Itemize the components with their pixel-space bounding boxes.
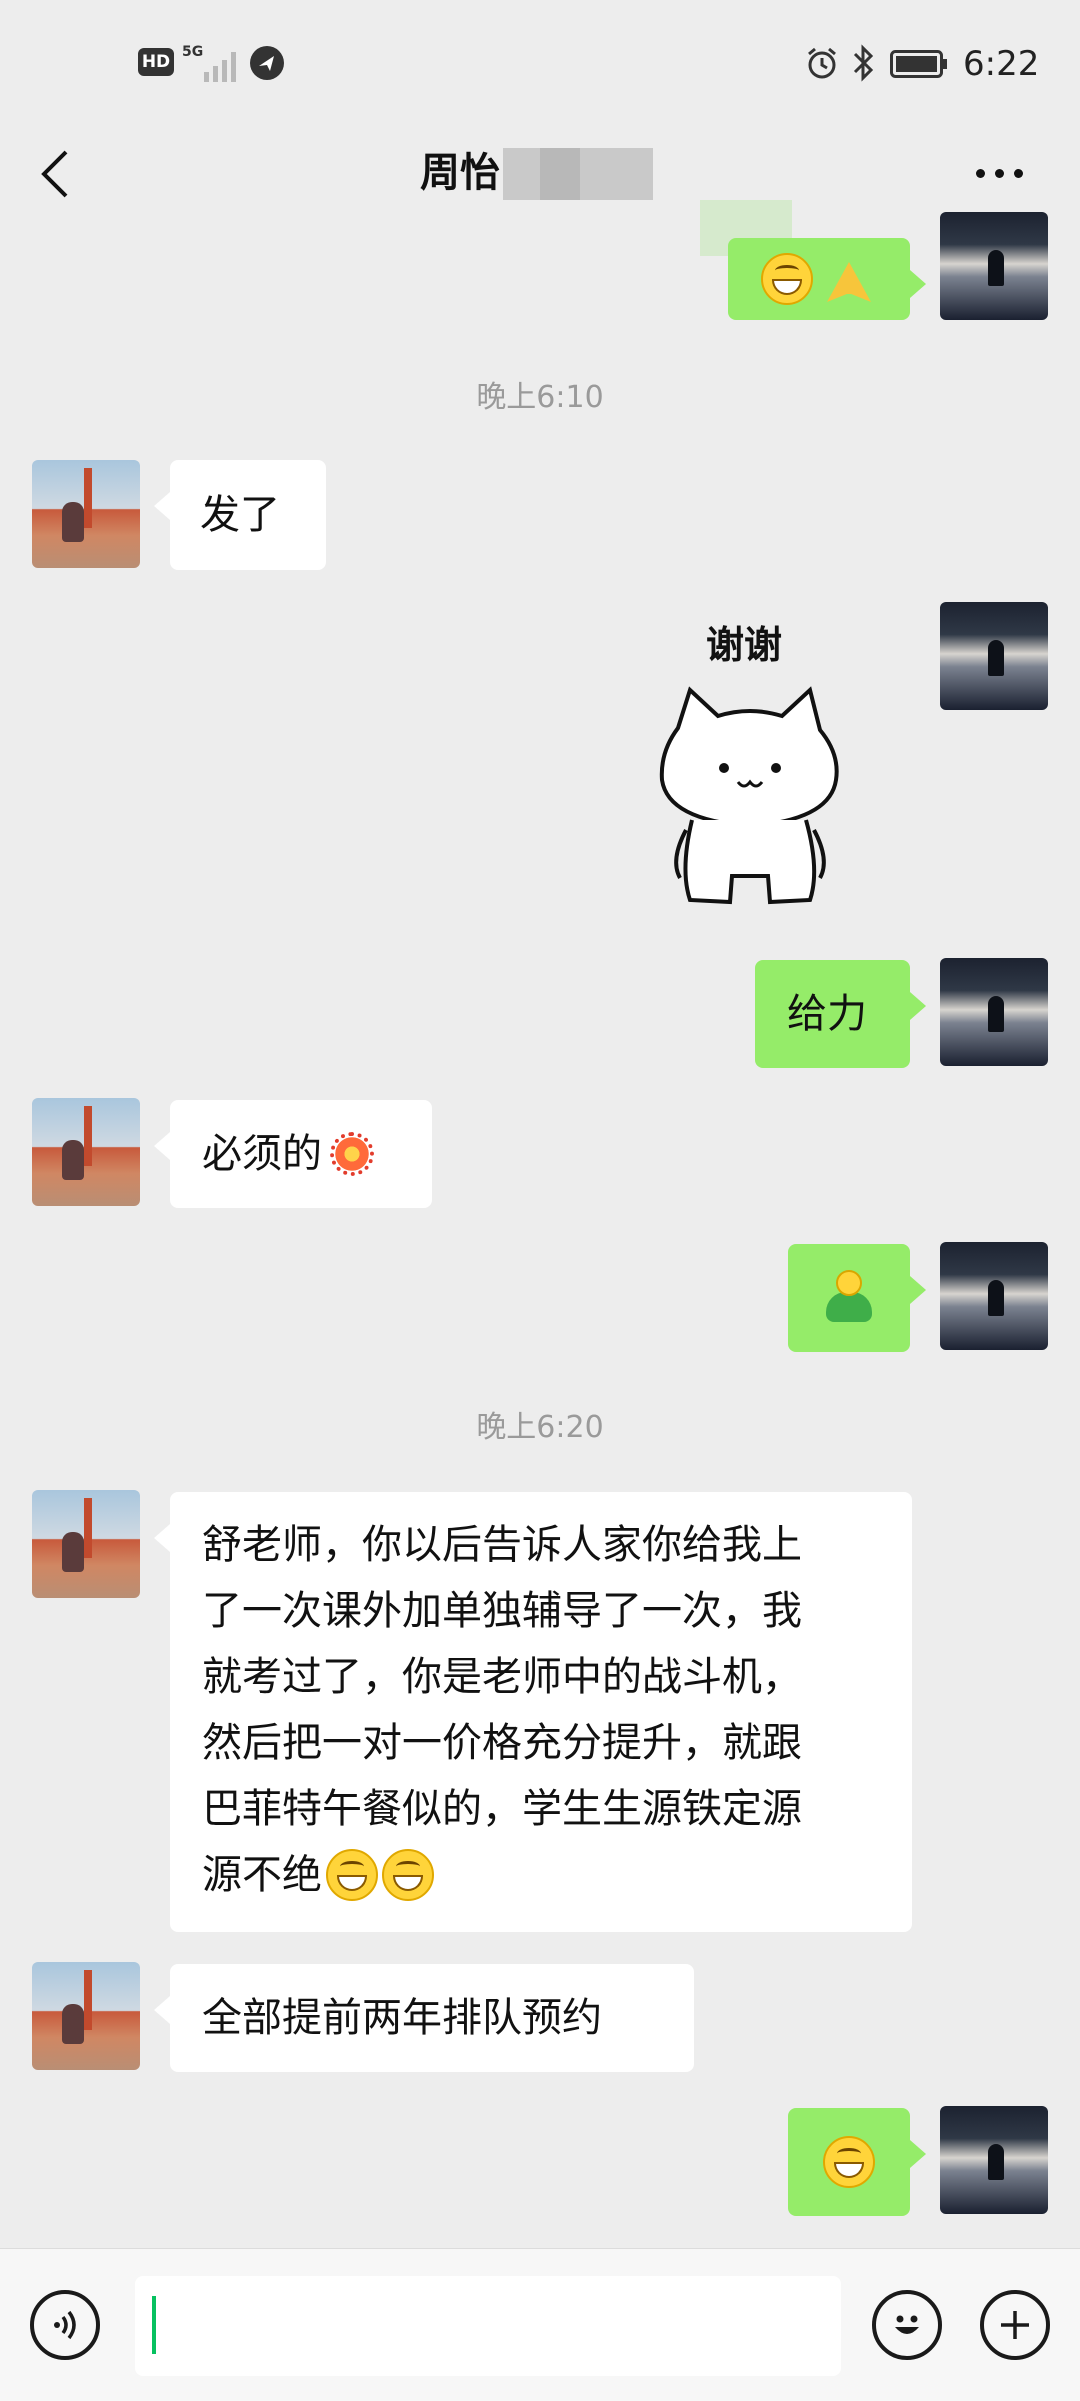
- message-incoming[interactable]: 发了: [154, 460, 326, 570]
- message-outgoing-emoji[interactable]: [788, 2108, 926, 2216]
- text-caret: [152, 2296, 156, 2354]
- message-outgoing[interactable]: 给力: [755, 960, 926, 1068]
- message-text: 给力: [787, 991, 867, 1037]
- pray-emoji-icon: [821, 254, 877, 304]
- emoji-icon[interactable]: [872, 2290, 942, 2360]
- bluetooth-icon: [851, 44, 875, 82]
- airdrop-icon: [250, 46, 284, 80]
- message-text: 必须的: [202, 1131, 322, 1177]
- status-time: 6:22: [963, 44, 1040, 84]
- battery-icon: [890, 50, 948, 78]
- message-line: 了一次课外加单独辅导了一次，我: [202, 1588, 802, 1634]
- grin-emoji-icon: [326, 1849, 378, 1901]
- message-line: 巴菲特午餐似的，学生生源铁定源: [202, 1786, 802, 1832]
- grin-emoji-icon: [823, 2136, 875, 2188]
- redacted-name-part: [540, 148, 580, 200]
- timestamp: 晚上6:20: [476, 1410, 604, 1445]
- grin-emoji-icon: [761, 253, 813, 305]
- avatar-me[interactable]: [940, 602, 1048, 710]
- more-dots-icon[interactable]: [976, 160, 1032, 186]
- message-incoming[interactable]: 必须的: [154, 1100, 432, 1208]
- message-input[interactable]: [135, 2276, 841, 2376]
- sticker-caption: 谢谢: [706, 623, 783, 667]
- voice-icon[interactable]: [30, 2290, 100, 2360]
- emoji-icon-person: [824, 1270, 874, 1328]
- signal-icon: 5G: [182, 44, 242, 84]
- message-incoming-long[interactable]: 舒老师，你以后告诉人家你给我上 了一次课外加单独辅导了一次，我 就考过了，你是老…: [154, 1492, 912, 1932]
- avatar-friend[interactable]: [32, 1962, 140, 2070]
- avatar-friend[interactable]: [32, 1098, 140, 1206]
- avatar-me[interactable]: [940, 212, 1048, 320]
- plus-icon[interactable]: [980, 2290, 1050, 2360]
- avatar-friend[interactable]: [32, 460, 140, 568]
- cat-sticker[interactable]: 谢谢: [640, 610, 860, 920]
- message-line: 就考过了，你是老师中的战斗机，: [202, 1654, 802, 1700]
- grin-emoji-icon: [382, 1849, 434, 1901]
- network-type: 5G: [182, 44, 204, 60]
- message-line-last: 源不绝: [202, 1842, 880, 1908]
- message-incoming[interactable]: 全部提前两年排队预约: [154, 1964, 694, 2072]
- avatar-me[interactable]: [940, 2106, 1048, 2214]
- message-line: 然后把一对一价格充分提升，就跟: [202, 1720, 802, 1766]
- avatar-me[interactable]: [940, 958, 1048, 1066]
- message-text: 全部提前两年排队预约: [202, 1995, 602, 2041]
- alarm-icon: [805, 46, 839, 80]
- message-outgoing-emoji[interactable]: [728, 238, 926, 320]
- message-line: 源不绝: [202, 1852, 322, 1898]
- hd-badge: HD: [138, 48, 174, 76]
- avatar-friend[interactable]: [32, 1490, 140, 1598]
- message-text: 发了: [200, 492, 280, 538]
- back-arrow-icon[interactable]: [36, 148, 76, 200]
- timestamp: 晚上6:10: [476, 380, 604, 415]
- message-line: 舒老师，你以后告诉人家你给我上: [202, 1522, 802, 1568]
- avatar-me[interactable]: [940, 1242, 1048, 1350]
- fireworks-emoji-icon: [326, 1128, 378, 1180]
- chat-title: 周怡: [420, 150, 500, 196]
- message-outgoing-emoji[interactable]: [788, 1244, 926, 1352]
